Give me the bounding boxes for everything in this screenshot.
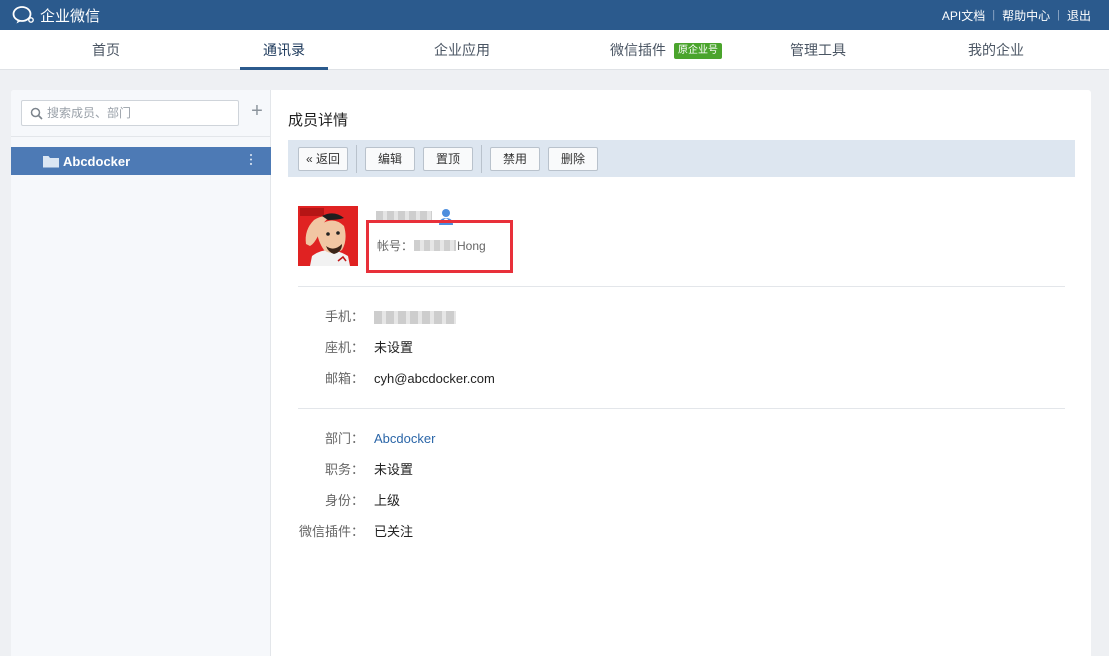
delete-button[interactable]: 删除: [548, 147, 598, 171]
top-link-separator: |: [992, 9, 996, 21]
account-line: 帐号： Hong: [377, 237, 486, 254]
department-item[interactable]: Abcdocker: [11, 147, 271, 175]
nav-tab-label: 企业应用: [434, 42, 490, 58]
email-label: 邮箱：: [324, 371, 364, 386]
nav-tab-wechat-plugin[interactable]: 微信插件 原企业号: [596, 30, 736, 70]
main-nav: 首页 通讯录 企业应用 微信插件 原企业号 管理工具 我的企业: [0, 30, 1109, 70]
avatar-image: [298, 206, 358, 266]
folder-icon: [43, 155, 59, 167]
nav-tab-apps[interactable]: 企业应用: [418, 30, 506, 70]
disable-button[interactable]: 禁用: [490, 147, 540, 171]
sidebar-divider: [11, 136, 271, 137]
department-link[interactable]: Abcdocker: [374, 429, 435, 449]
identity-value: 上级: [374, 493, 401, 508]
wechat-plugin-label: 微信插件：: [298, 524, 364, 539]
member-detail: 成员详情 « 返回 编辑 置顶 禁用 删除 帐号： Hong 手机： 座机： 未…: [288, 90, 1078, 656]
pin-button[interactable]: 置顶: [423, 147, 473, 171]
department-sidebar: + Abcdocker: [11, 90, 271, 656]
search-icon: [30, 107, 43, 120]
avatar: [298, 206, 358, 266]
add-icon[interactable]: +: [247, 101, 267, 122]
toolbar-divider: [356, 145, 357, 173]
position-value: 未设置: [374, 462, 414, 477]
position-label: 职务：: [324, 462, 364, 477]
nav-tab-label: 微信插件: [610, 42, 666, 58]
top-link-separator: |: [1057, 9, 1060, 21]
wework-logo-icon: [12, 6, 34, 24]
api-docs-link[interactable]: API文档: [942, 7, 985, 24]
top-links: API文档 | 帮助中心 | 退出: [942, 0, 1091, 30]
nav-tab-my-company[interactable]: 我的企业: [952, 30, 1040, 70]
identity-label: 身份：: [324, 493, 364, 508]
nav-tab-contacts[interactable]: 通讯录: [240, 30, 328, 70]
more-vertical-icon[interactable]: [243, 153, 259, 166]
nav-tab-home[interactable]: 首页: [62, 30, 150, 70]
section-divider: [298, 286, 1065, 287]
logout-link[interactable]: 退出: [1067, 7, 1091, 24]
search-input[interactable]: [47, 106, 227, 120]
app-logo[interactable]: 企业微信: [12, 5, 100, 25]
nav-tab-label: 首页: [92, 42, 120, 58]
edit-button[interactable]: 编辑: [365, 147, 415, 171]
main-panel: + Abcdocker 成员详情 « 返回 编辑 置顶 禁用 删除: [11, 90, 1091, 656]
top-bar: 企业微信 API文档 | 帮助中心 | 退出: [0, 0, 1109, 30]
search-box: [21, 100, 239, 126]
toolbar-divider: [481, 145, 482, 173]
help-center-link[interactable]: 帮助中心: [1002, 7, 1050, 24]
nav-tab-label: 管理工具: [790, 42, 846, 58]
phone-label: 手机：: [324, 309, 364, 324]
section-divider: [298, 408, 1065, 409]
account-value: Hong: [457, 238, 486, 253]
legacy-badge: 原企业号: [674, 43, 722, 59]
phone-value-redacted: [374, 307, 456, 330]
department-field-label: 部门：: [324, 431, 364, 446]
landline-value: 未设置: [374, 340, 414, 355]
department-label: Abcdocker: [63, 153, 131, 169]
account-redacted: [414, 240, 457, 251]
nav-tab-label: 我的企业: [968, 42, 1024, 58]
landline-label: 座机：: [324, 340, 364, 355]
action-toolbar: « 返回 编辑 置顶 禁用 删除: [288, 140, 1075, 177]
page-title: 成员详情: [288, 112, 349, 129]
wechat-plugin-value: 已关注: [374, 524, 414, 539]
email-value: cyh@abcdocker.com: [374, 371, 495, 386]
app-title: 企业微信: [40, 7, 101, 25]
back-button[interactable]: « 返回: [298, 147, 348, 171]
nav-tab-label: 通讯录: [263, 42, 305, 58]
account-label: 帐号：: [377, 239, 414, 253]
nav-tab-management-tools[interactable]: 管理工具: [774, 30, 862, 70]
